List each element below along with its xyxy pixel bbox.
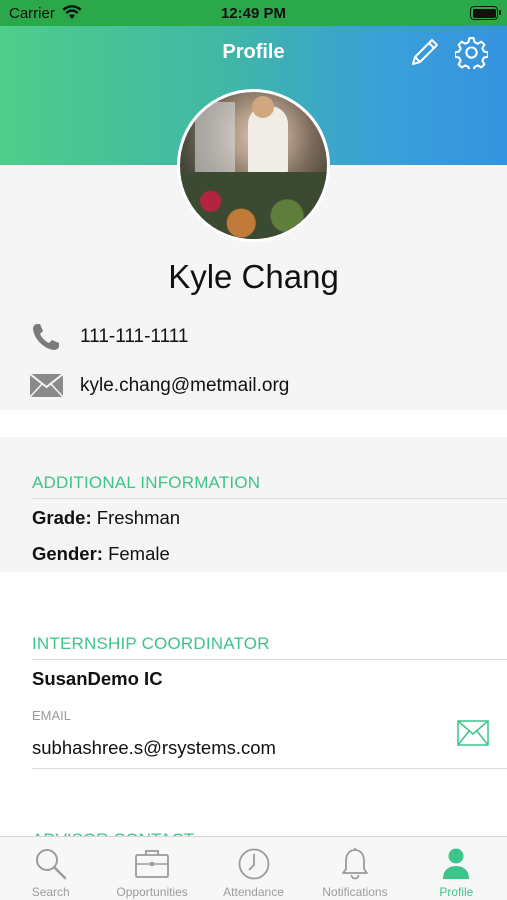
divider [32,659,507,660]
email-address: kyle.chang@metmail.org [80,375,290,396]
gender-value: Female [108,543,170,564]
tab-label: Attendance [223,885,284,899]
tab-bar: Search Opportunities Attendance Notifica… [0,836,507,900]
phone-number: 111-111-1111 [80,326,189,347]
send-email-icon[interactable] [457,720,489,746]
bell-icon [342,848,368,880]
tab-profile[interactable]: Profile [406,837,507,900]
search-icon [35,849,66,880]
pencil-icon[interactable] [409,36,441,68]
tab-label: Search [31,885,70,899]
tab-label: Opportunities [116,885,188,899]
tab-attendance[interactable]: Attendance [203,837,304,900]
tab-label: Profile [439,885,474,899]
gear-icon[interactable] [455,36,488,69]
mail-icon [30,374,63,397]
tab-opportunities[interactable]: Opportunities [101,837,202,900]
tab-notifications[interactable]: Notifications [304,837,405,900]
grade-label: Grade: [32,507,92,528]
email-row[interactable]: kyle.chang@metmail.org [0,362,507,410]
divider [32,768,507,769]
status-bar: Carrier 12:49 PM [0,0,507,26]
clock-icon [238,848,269,880]
phone-icon [33,324,59,350]
internship-coordinator-title: INTERNSHIP COORDINATOR [32,634,270,653]
profile-name: Kyle Chang [168,258,339,295]
briefcase-icon [135,850,170,878]
grade-value: Freshman [96,507,181,528]
person-icon [443,848,470,879]
coordinator-email-label: EMAIL [32,708,72,723]
grade-line: Grade: Freshman [32,507,180,529]
additional-info-title: ADDITIONAL INFORMATION [32,473,261,492]
coordinator-name: SusanDemo IC [32,668,163,689]
phone-row[interactable]: 111-111-1111 [0,313,507,361]
battery-icon [470,6,501,20]
gender-line: Gender: Female [32,543,170,565]
tab-search[interactable]: Search [0,837,101,900]
tab-label: Notifications [322,885,388,899]
coordinator-email: subhashree.s@rsystems.com [32,737,276,758]
divider [32,498,507,499]
avatar [177,89,330,242]
clock-time: 12:49 PM [220,5,287,22]
gender-label: Gender: [32,543,103,564]
